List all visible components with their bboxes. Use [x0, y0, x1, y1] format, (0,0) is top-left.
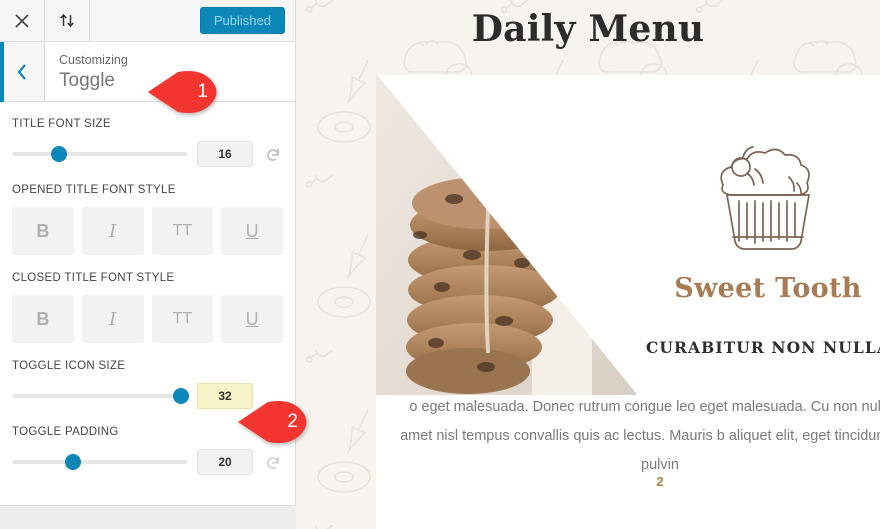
slider-track [12, 152, 187, 156]
opened-underline-button[interactable]: U [221, 207, 283, 255]
control-label: OPENED TITLE FONT STYLE [12, 184, 176, 196]
control-label: CLOSED TITLE FONT STYLE [12, 272, 175, 284]
site-preview[interactable]: Daily Menu Sweet Tooth CURABITUR NON NUL… [296, 0, 880, 529]
slider-knob[interactable] [50, 146, 67, 162]
panel-header-text: Customizing Toggle [45, 42, 128, 101]
closed-underline-button[interactable]: U [221, 295, 283, 343]
publish-button-wrap: Published [199, 0, 295, 41]
control-label: TITLE FONT SIZE [12, 118, 111, 130]
cookies-photo [376, 75, 636, 395]
cupcake-icon [720, 146, 811, 250]
panel-title: Toggle [59, 70, 115, 91]
active-accent-bar [0, 42, 4, 102]
control-closed-title-font-style: CLOSED TITLE FONT STYLE B I TT U [12, 272, 283, 343]
callout-marker-1: 1 [148, 70, 222, 114]
callout-number: 1 [197, 81, 208, 102]
slider-row: 16 [12, 141, 283, 167]
customizer-toolbar: Published [0, 0, 295, 42]
closed-italic-button[interactable]: I [81, 295, 144, 343]
menu-card: Sweet Tooth CURABITUR NON NULLA [376, 75, 880, 529]
panel-kicker: Customizing [59, 53, 128, 67]
photo-diagonal-overlay [376, 75, 636, 395]
control-label: TOGGLE ICON SIZE [12, 360, 126, 372]
opened-style-buttons: B I TT U [12, 207, 283, 255]
slider-track [12, 460, 187, 464]
opened-italic-button[interactable]: I [81, 207, 144, 255]
close-icon[interactable] [0, 0, 45, 41]
card-heading: Sweet Tooth [674, 273, 862, 304]
control-opened-title-font-style: OPENED TITLE FONT STYLE B I TT U [12, 184, 283, 255]
toggle-padding-slider[interactable] [12, 454, 187, 470]
card-subheading: CURABITUR NON NULLA [645, 338, 880, 357]
opened-uppercase-button[interactable]: TT [151, 207, 214, 255]
title-font-size-value[interactable]: 16 [197, 141, 253, 167]
back-chevron-left-icon[interactable] [0, 42, 45, 101]
closed-bold-button[interactable]: B [12, 295, 74, 343]
customizer-screen: Daily Menu Sweet Tooth CURABITUR NON NUL… [0, 0, 880, 529]
callout-number: 2 [287, 411, 298, 432]
opened-bold-button[interactable]: B [12, 207, 74, 255]
card-text-column: Sweet Tooth CURABITUR NON NULLA [600, 85, 880, 357]
toggle-padding-value[interactable]: 20 [197, 449, 253, 475]
toggle-icon-size-slider[interactable] [12, 388, 189, 404]
title-font-size-slider[interactable] [12, 146, 187, 162]
reset-icon[interactable] [263, 147, 283, 162]
slider-knob[interactable] [64, 454, 81, 470]
closed-style-buttons: B I TT U [12, 295, 283, 343]
control-title-font-size: TITLE FONT SIZE 16 [12, 118, 283, 167]
panel-footer [0, 505, 296, 529]
panel-controls: TITLE FONT SIZE 16 OPENED TITLE FONT STY… [0, 102, 295, 505]
slider-knob[interactable] [173, 388, 189, 404]
slider-row: 20 [12, 449, 283, 475]
callout-marker-2: 2 [238, 400, 312, 444]
closed-uppercase-button[interactable]: TT [151, 295, 214, 343]
up-down-arrows-icon[interactable] [45, 0, 90, 41]
slider-track [12, 394, 187, 398]
publish-button[interactable]: Published [199, 7, 285, 34]
preview-site-title: Daily Menu [471, 8, 705, 50]
reset-icon[interactable] [263, 455, 283, 470]
